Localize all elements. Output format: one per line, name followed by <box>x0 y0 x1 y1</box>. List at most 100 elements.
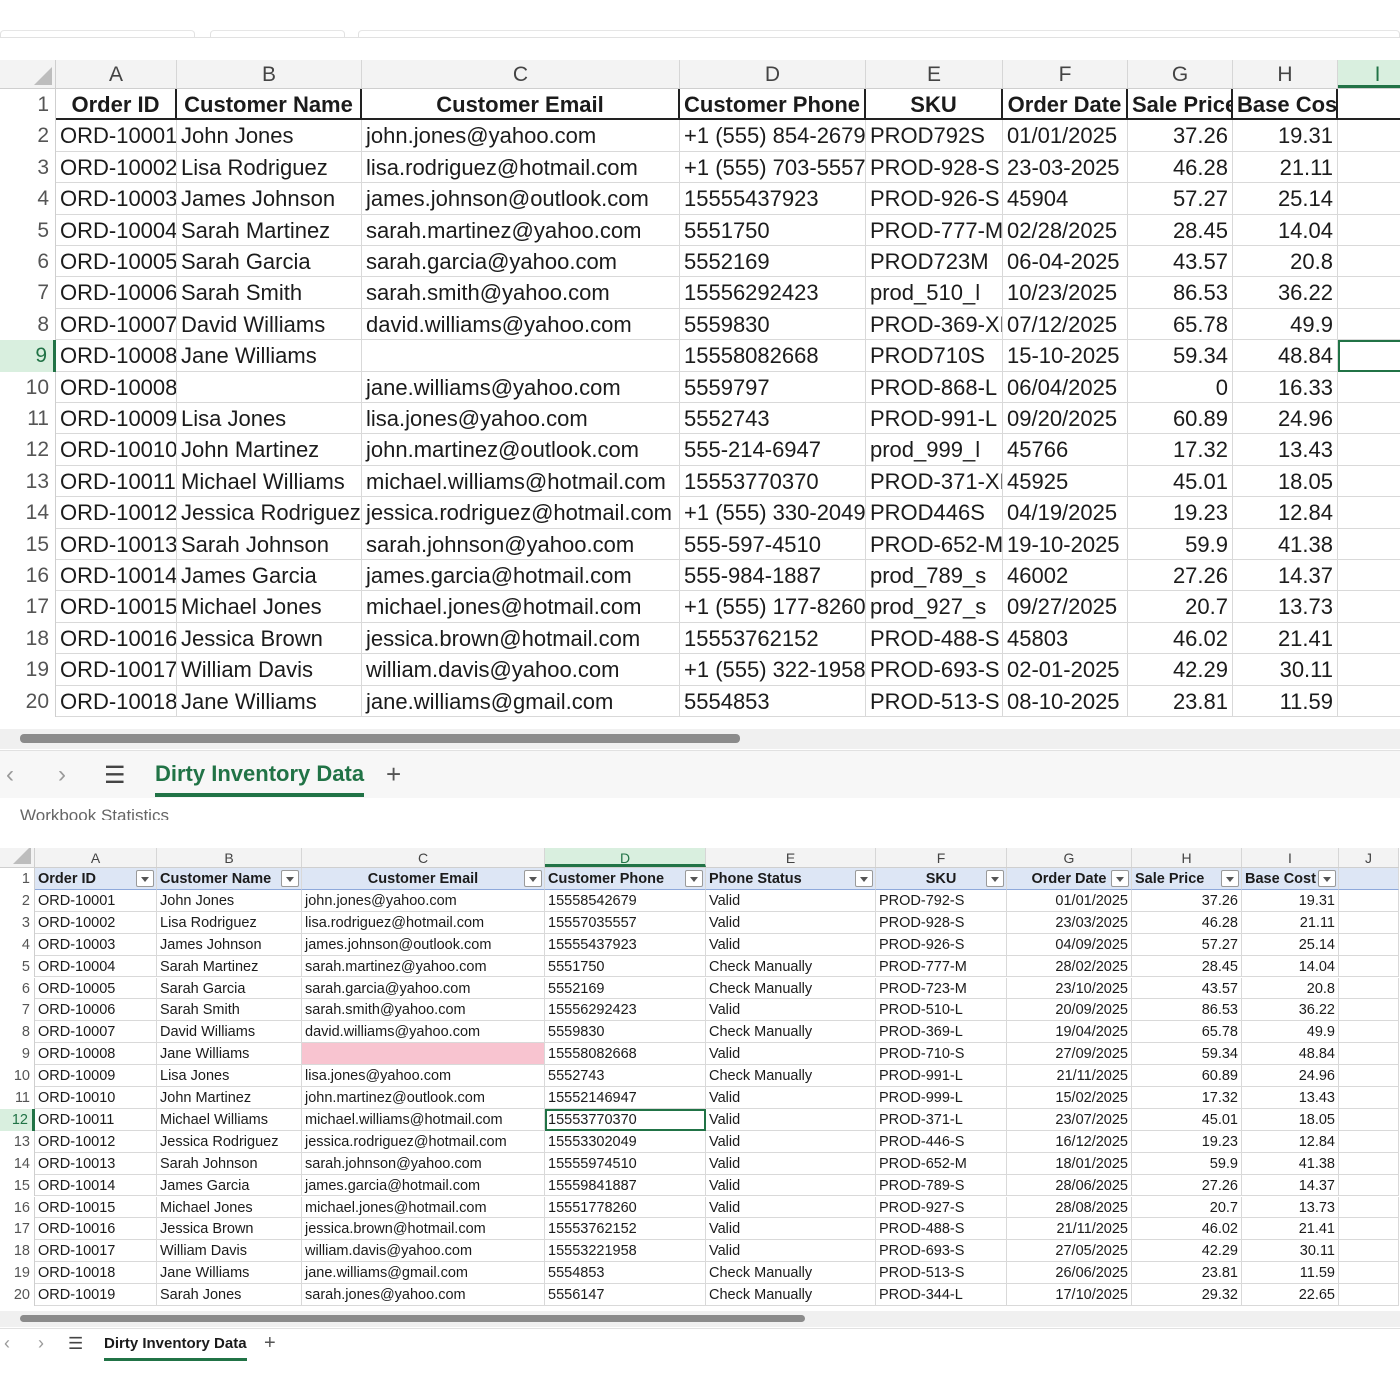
cell-g16[interactable]: 28/08/2025 <box>1007 1196 1132 1219</box>
cell-g3[interactable]: 46.28 <box>1128 151 1233 184</box>
cell-c8[interactable]: david.williams@yahoo.com <box>302 1021 545 1044</box>
cell-d14[interactable]: 15555974510 <box>545 1152 706 1175</box>
filter-dropdown-icon[interactable] <box>1318 870 1336 887</box>
cell-e8[interactable]: Check Manually <box>706 1021 876 1044</box>
cell-b10[interactable] <box>177 371 362 403</box>
cell-e3[interactable]: Valid <box>706 911 876 934</box>
cell-d13[interactable]: 15553770370 <box>680 465 866 498</box>
cell-f7[interactable]: 10/23/2025 <box>1003 277 1128 309</box>
cell-f20[interactable]: PROD-344-L <box>876 1284 1007 1306</box>
cell-a7[interactable]: ORD-10006 <box>35 999 157 1022</box>
cell-e4[interactable]: PROD-926-S <box>866 183 1003 215</box>
cell-b3[interactable]: Lisa Rodriguez <box>157 911 302 934</box>
cell-d3[interactable]: 15557035557 <box>545 911 706 934</box>
cell-i3[interactable]: 21.11 <box>1242 911 1339 934</box>
cell-g18[interactable]: 46.02 <box>1128 622 1233 655</box>
cell-j8[interactable] <box>1339 1021 1399 1044</box>
cell-e17[interactable]: prod_927_s <box>866 591 1003 623</box>
column-header-h[interactable]: H <box>1233 60 1338 88</box>
cell-j18[interactable] <box>1339 1240 1399 1263</box>
cell-h17[interactable]: 13.73 <box>1233 591 1338 623</box>
cell-e16[interactable]: Valid <box>706 1196 876 1219</box>
cell-f13[interactable]: 45925 <box>1003 465 1128 498</box>
cell-b6[interactable]: Sarah Garcia <box>177 246 362 278</box>
filter-dropdown-icon[interactable] <box>685 870 703 887</box>
cell-i11[interactable] <box>1338 403 1400 435</box>
cell-h10[interactable]: 60.89 <box>1132 1065 1242 1087</box>
cell-d19[interactable]: +1 (555) 322-1958 <box>680 654 866 686</box>
cell-c12[interactable]: john.martinez@outlook.com <box>362 434 680 466</box>
column-title-f[interactable]: Order Date <box>1003 89 1128 121</box>
column-title-e[interactable]: SKU <box>866 89 1003 121</box>
cell-d15[interactable]: 15559841887 <box>545 1174 706 1197</box>
cell-i14[interactable] <box>1338 497 1400 529</box>
cell-d7[interactable]: 15556292423 <box>680 277 866 309</box>
column-header-i[interactable]: I <box>1242 848 1339 867</box>
cell-f16[interactable]: PROD-927-S <box>876 1196 1007 1219</box>
cell-f2[interactable]: PROD-792-S <box>876 889 1007 912</box>
cell-i5[interactable]: 14.04 <box>1242 955 1339 978</box>
cell-j17[interactable] <box>1339 1218 1399 1241</box>
cell-f17[interactable]: 09/27/2025 <box>1003 591 1128 623</box>
cell-a5[interactable]: ORD-10004 <box>35 955 157 978</box>
cell-a14[interactable]: ORD-10013 <box>35 1152 157 1175</box>
cell-a8[interactable]: ORD-10007 <box>56 308 177 341</box>
cell-i12[interactable] <box>1338 434 1400 466</box>
cell-e19[interactable]: PROD-693-S <box>866 654 1003 686</box>
column-title-e[interactable]: Phone Status <box>706 868 876 890</box>
cell-f17[interactable]: PROD-488-S <box>876 1218 1007 1241</box>
cell-h15[interactable]: 27.26 <box>1132 1174 1242 1197</box>
cell-b18[interactable]: Jessica Brown <box>177 622 362 655</box>
cell-i9[interactable]: 48.84 <box>1242 1043 1339 1066</box>
cell-b11[interactable]: John Martinez <box>157 1087 302 1109</box>
cell-e13[interactable]: PROD-371-XL <box>866 465 1003 498</box>
cell-i8[interactable] <box>1338 309 1400 341</box>
cell-i16[interactable]: 13.73 <box>1242 1196 1339 1219</box>
cell-i8[interactable]: 49.9 <box>1242 1021 1339 1044</box>
cell-c3[interactable]: lisa.rodriguez@hotmail.com <box>362 151 680 184</box>
sheet-tab-dirty-inventory-data[interactable]: Dirty Inventory Data <box>155 761 365 797</box>
cell-b9[interactable]: Jane Williams <box>177 340 362 372</box>
cell-f11[interactable]: 09/20/2025 <box>1003 403 1128 435</box>
cell-g11[interactable]: 15/02/2025 <box>1007 1087 1132 1109</box>
column-title-i[interactable]: Base Cost <box>1242 868 1339 890</box>
cell-g7[interactable]: 20/09/2025 <box>1007 999 1132 1022</box>
cell-d17[interactable]: 15553762152 <box>545 1218 706 1241</box>
cell-a9[interactable]: ORD-10008 <box>56 340 177 372</box>
cell-h15[interactable]: 41.38 <box>1233 528 1338 560</box>
cell-h5[interactable]: 14.04 <box>1233 214 1338 246</box>
cell-h11[interactable]: 24.96 <box>1233 403 1338 435</box>
cell-i7[interactable]: 36.22 <box>1242 999 1339 1022</box>
cell-d17[interactable]: +1 (555) 177-8260 <box>680 591 866 623</box>
cell-c14[interactable]: jessica.rodriguez@hotmail.com <box>362 497 680 529</box>
cell-g10[interactable]: 21/11/2025 <box>1007 1065 1132 1087</box>
cell-f10[interactable]: PROD-991-L <box>876 1065 1007 1087</box>
cell-h3[interactable]: 46.28 <box>1132 911 1242 934</box>
cell-e6[interactable]: PROD723M <box>866 246 1003 278</box>
cell-e7[interactable]: Valid <box>706 999 876 1022</box>
cell-j2[interactable] <box>1339 889 1399 912</box>
cell-g5[interactable]: 28/02/2025 <box>1007 955 1132 978</box>
filter-dropdown-icon[interactable] <box>281 870 299 887</box>
column-title-g[interactable]: Sale Price <box>1128 89 1233 121</box>
cell-b15[interactable]: James Garcia <box>157 1174 302 1197</box>
cell-g3[interactable]: 23/03/2025 <box>1007 911 1132 934</box>
cell-i13[interactable]: 12.84 <box>1242 1130 1339 1153</box>
cell-b14[interactable]: Sarah Johnson <box>157 1152 302 1175</box>
cell-f18[interactable]: PROD-693-S <box>876 1240 1007 1263</box>
cell-h13[interactable]: 19.23 <box>1132 1130 1242 1153</box>
column-title-i[interactable] <box>1338 89 1400 121</box>
cell-g13[interactable]: 45.01 <box>1128 465 1233 498</box>
cell-a19[interactable]: ORD-10018 <box>35 1262 157 1285</box>
cell-j20[interactable] <box>1339 1284 1399 1306</box>
column-header-a[interactable]: A <box>56 60 177 88</box>
cell-d9[interactable]: 15558082668 <box>680 340 866 372</box>
cell-c9[interactable] <box>302 1043 545 1066</box>
cell-a2[interactable]: ORD-10001 <box>56 120 177 152</box>
column-title-f[interactable]: SKU <box>876 868 1007 890</box>
cell-d4[interactable]: 15555437923 <box>680 183 866 215</box>
column-header-d[interactable]: D <box>545 848 706 867</box>
cell-i3[interactable] <box>1338 152 1400 184</box>
cell-h4[interactable]: 25.14 <box>1233 183 1338 215</box>
cell-e18[interactable]: PROD-488-S <box>866 622 1003 655</box>
